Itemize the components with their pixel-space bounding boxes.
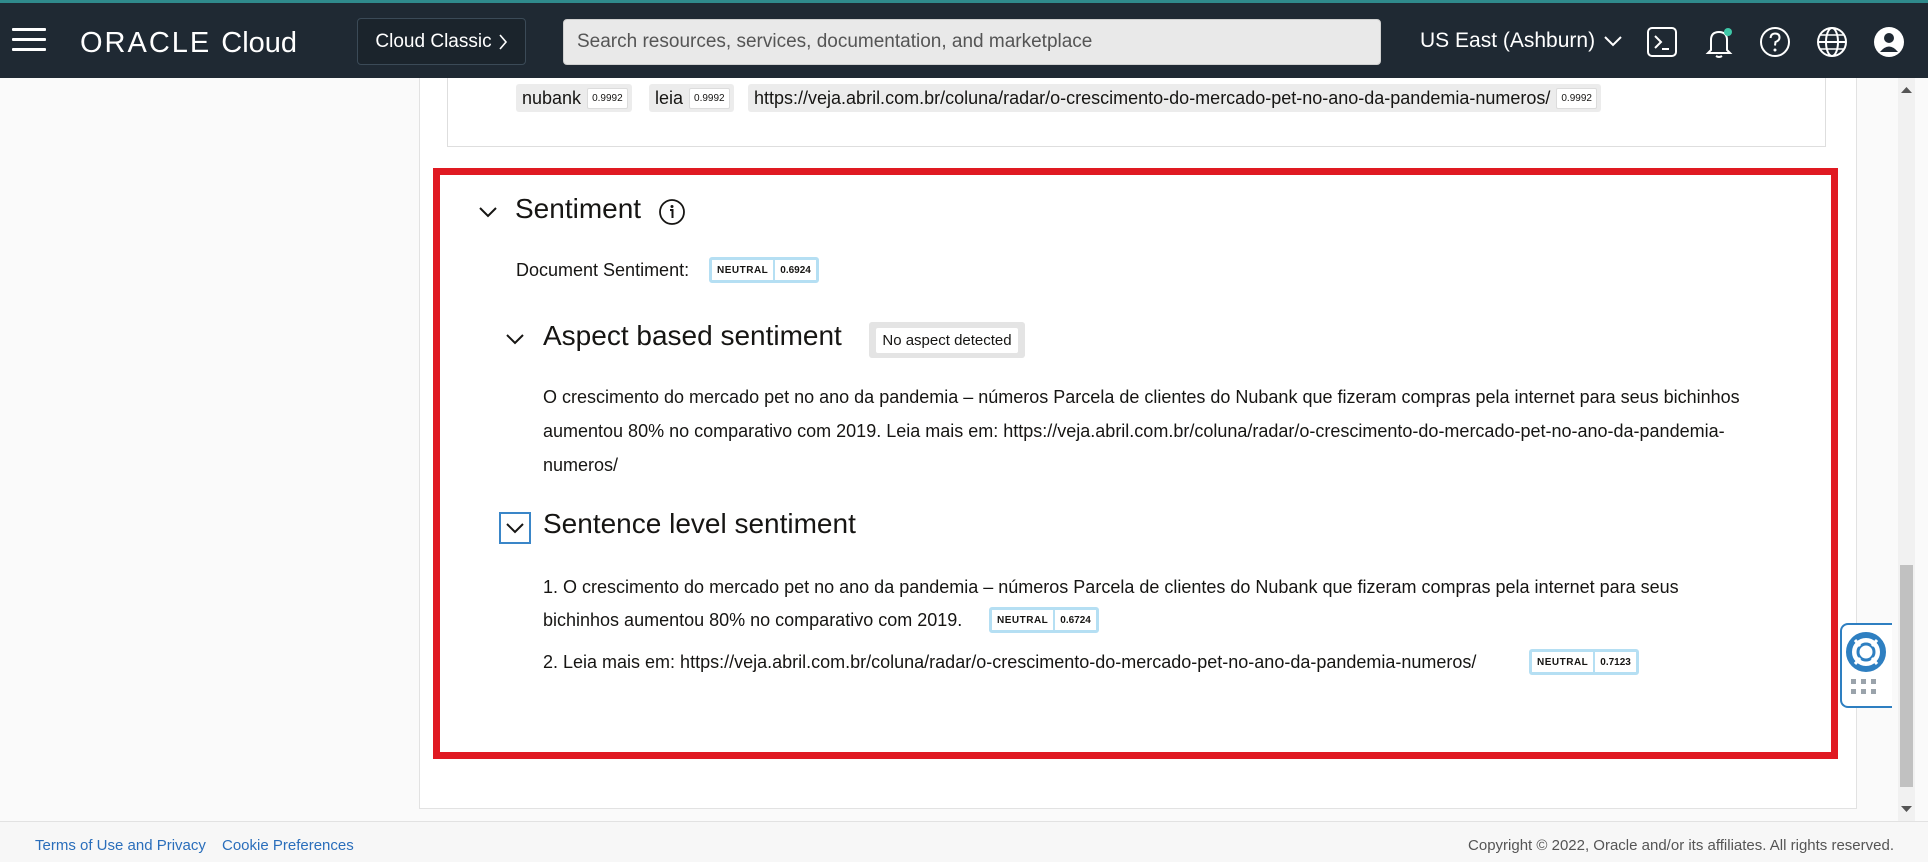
top-navigation-bar: ORACLE Cloud Cloud Classic Search resour… [0,0,1928,78]
sentence-sentiment-badge: NEUTRAL 0.6724 [989,607,1099,633]
sentence-item: 1. O crescimento do mercado pet no ano d… [543,570,1679,604]
sentiment-title: Sentiment [515,193,642,224]
sentiment-score: 0.7123 [1593,652,1636,672]
scroll-down-arrow-icon[interactable] [1900,804,1913,814]
sentiment-score: 0.6924 [773,260,816,280]
cloud-classic-label: Cloud Classic [375,30,492,52]
no-aspect-chip: No aspect detected [869,322,1025,358]
lifebuoy-icon [1846,632,1886,694]
cloud-shell-icon[interactable] [1645,25,1679,59]
oracle-cloud-logo[interactable]: ORACLE Cloud [80,23,297,63]
collapse-chevron-icon[interactable] [503,327,527,351]
sentence-item: 2. Leia mais em: https://veja.abril.com.… [543,645,1476,679]
aspect-sentiment-title: Aspect based sentiment [543,320,842,351]
sentiment-value: NEUTRAL [717,264,769,276]
sentence-toggle-button[interactable] [499,512,531,544]
help-icon[interactable] [1758,25,1792,59]
sentiment-score: 0.6724 [1053,610,1096,630]
key-phrase-score: 0.9992 [1556,87,1597,109]
sentiment-value: NEUTRAL [997,614,1049,626]
key-phrase-text: leia [655,87,684,108]
sentence-text: bichinhos aumentou 80% no comparativo co… [543,610,963,630]
region-label: US East (Ashburn) [1420,29,1596,52]
key-phrase-chip: leia 0.9992 [649,84,734,112]
terms-privacy-link[interactable]: Terms of Use and Privacy [35,837,206,854]
region-selector[interactable]: US East (Ashburn) [1420,29,1623,53]
notifications-bell-icon[interactable] [1702,25,1736,59]
key-phrase-text: nubank [522,87,582,108]
search-placeholder: Search resources, services, documentatio… [577,31,1093,52]
copyright-text: Copyright © 2022, Oracle and/or its affi… [1468,837,1894,854]
sentence-sentiment-title: Sentence level sentiment [543,508,856,539]
chevron-right-icon [498,33,507,50]
aspect-sentiment-text: O crescimento do mercado pet no ano da p… [543,387,1740,475]
key-phrase-chip: nubank 0.9992 [516,84,632,112]
language-globe-icon[interactable] [1815,25,1849,59]
scrollbar-thumb[interactable] [1900,565,1913,787]
help-support-widget[interactable] [1840,623,1892,708]
page-footer: Terms of Use and Privacy Cookie Preferen… [0,821,1928,862]
sentence-item-continued: bichinhos aumentou 80% no comparativo co… [543,603,962,637]
key-phrase-score: 0.9992 [587,87,628,109]
user-profile-avatar-icon[interactable] [1872,25,1906,59]
collapse-chevron-icon [506,523,524,534]
logo-brand: ORACLE [80,26,212,59]
key-phrase-text: https://veja.abril.com.br/coluna/radar/o… [754,87,1551,108]
cookie-preferences-link[interactable]: Cookie Preferences [222,837,354,854]
cloud-classic-button[interactable]: Cloud Classic [357,18,526,65]
sentiment-value: NEUTRAL [1537,656,1589,668]
sentence-text: 1. O crescimento do mercado pet no ano d… [543,577,1679,597]
key-phrase-chip: https://veja.abril.com.br/coluna/radar/o… [748,84,1601,112]
hamburger-menu-icon[interactable] [12,28,46,52]
no-aspect-label: No aspect detected [876,327,1018,353]
search-input[interactable]: Search resources, services, documentatio… [563,19,1381,65]
scroll-up-arrow-icon[interactable] [1900,85,1913,95]
sentence-sentiment-badge: NEUTRAL 0.7123 [1529,649,1639,675]
info-icon[interactable] [658,198,686,226]
document-sentiment-label: Document Sentiment: [516,260,690,280]
chevron-down-icon [1604,36,1622,47]
logo-product: Cloud [221,26,298,59]
key-phrase-score: 0.9992 [689,87,730,109]
document-sentiment-badge: NEUTRAL 0.6924 [709,257,819,283]
sentence-text: 2. Leia mais em: https://veja.abril.com.… [543,652,1477,672]
collapse-chevron-icon[interactable] [476,200,500,224]
